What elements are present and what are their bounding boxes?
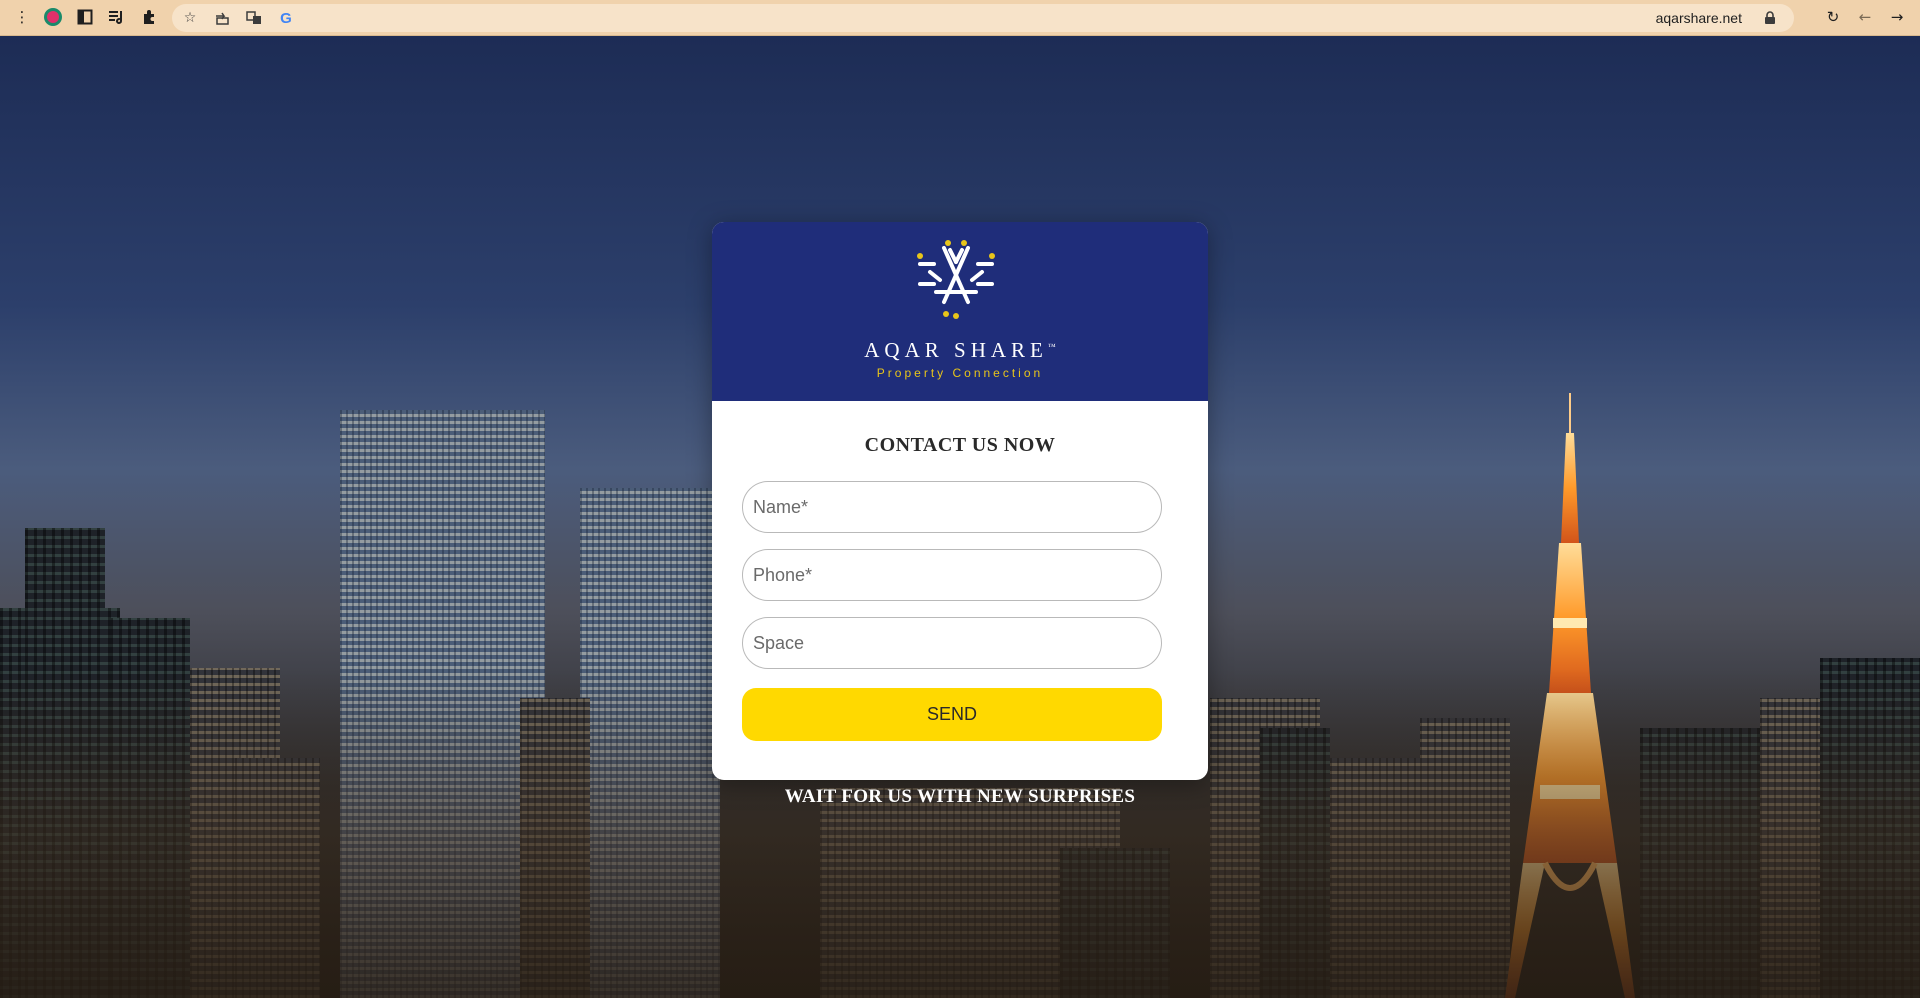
sidepanel-icon[interactable]: [75, 7, 95, 27]
space-input[interactable]: [742, 617, 1162, 669]
address-bar[interactable]: ☆ G aqarshare.net: [172, 4, 1794, 32]
brand-name: AQAR SHARE™: [712, 338, 1208, 363]
star-icon[interactable]: ☆: [180, 8, 200, 28]
menu-icon[interactable]: ⋮: [12, 7, 32, 27]
brand-name-text: AQAR SHARE: [864, 338, 1048, 362]
share-icon[interactable]: [212, 8, 232, 28]
name-input[interactable]: [742, 481, 1162, 533]
send-button[interactable]: SEND: [742, 688, 1162, 741]
extensions-icon[interactable]: [139, 7, 159, 27]
aqar-share-logo-icon: [917, 240, 995, 319]
contact-form-title: CONTACT US NOW: [864, 434, 1056, 456]
forward-icon[interactable]: →: [1887, 7, 1907, 27]
lock-icon[interactable]: [1760, 8, 1780, 28]
surprise-note: WAIT FOR US WITH NEW SURPRISES: [784, 786, 1136, 807]
contact-card: AQAR SHARE™ Property Connection CONTACT …: [712, 222, 1208, 780]
phone-input[interactable]: [742, 549, 1162, 601]
trademark-mark: ™: [1047, 342, 1056, 351]
browser-toolbar: ⋮ ☆ G aqarshare.net ↻ ← →: [0, 0, 1920, 36]
reload-icon[interactable]: ↻: [1823, 7, 1843, 27]
back-icon[interactable]: ←: [1855, 7, 1875, 27]
profile-icon[interactable]: [43, 7, 63, 27]
translate-icon[interactable]: [244, 8, 264, 28]
url-text[interactable]: aqarshare.net: [1656, 10, 1742, 26]
card-header: AQAR SHARE™ Property Connection: [712, 222, 1208, 401]
reading-list-icon[interactable]: [107, 7, 127, 27]
google-icon[interactable]: G: [276, 8, 296, 28]
brand-tagline: Property Connection: [876, 366, 1044, 380]
